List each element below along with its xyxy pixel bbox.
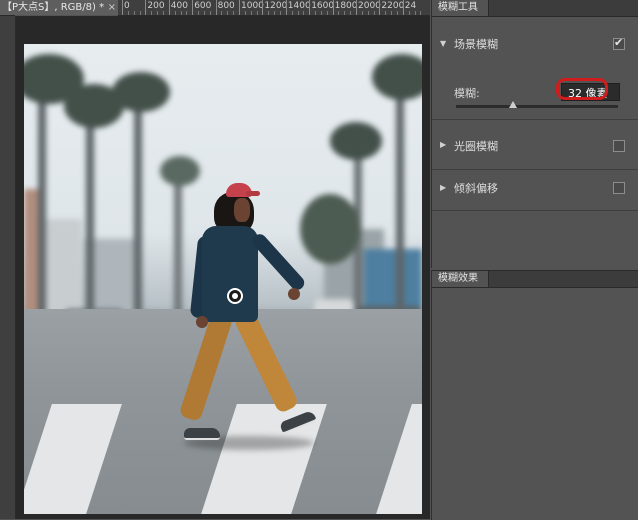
ruler-minor-tick: [268, 11, 270, 15]
ruler-minor-tick: [127, 11, 129, 15]
ruler-minor-tick: [233, 11, 235, 15]
section-iris-blur: ▶ 光圈模糊: [432, 120, 638, 170]
ruler-tick: [332, 0, 334, 15]
ruler-minor-tick: [139, 11, 141, 15]
ruler-minor-tick: [256, 11, 258, 15]
ruler-tick: [168, 0, 170, 15]
ruler-minor-tick: [180, 11, 182, 15]
ruler-minor-tick: [162, 11, 164, 15]
ruler-tick: [285, 0, 287, 15]
ruler-minor-tick: [344, 11, 346, 15]
ruler-tick-label: 1200: [264, 1, 288, 11]
ruler-minor-tick: [209, 11, 211, 15]
tab-blur-effects[interactable]: 模糊效果: [432, 271, 489, 287]
ruler-tick: [356, 0, 357, 15]
ruler-tick-label: 600: [194, 1, 212, 11]
tab-blur-tools[interactable]: 模糊工具: [432, 0, 489, 16]
document-tab[interactable]: 【P大点S】, RGB/8) * ×: [0, 0, 121, 15]
ruler-minor-tick: [291, 11, 293, 15]
iris-blur-checkbox[interactable]: [613, 140, 625, 152]
red-highlight-annotation: [556, 78, 608, 100]
horizontal-ruler[interactable]: 0 200 400 600 800 1000 1200 1400 1600 1800 2000 220…: [118, 0, 430, 16]
ruler-minor-tick: [151, 11, 153, 15]
ruler-minor-tick: [279, 11, 281, 15]
blur-amount-label: 模糊:: [454, 87, 480, 100]
close-icon[interactable]: ×: [108, 0, 116, 15]
ruler-tick-label: 200: [147, 1, 165, 11]
ruler-tick: [215, 0, 217, 15]
blur-tools-panel: 模糊工具 ▼ 场景模糊 模糊: 32 像素 ▶ 光圈模糊 ▶ 倾斜偏移: [431, 0, 638, 268]
ruler-minor-tick: [385, 11, 387, 15]
iris-blur-title[interactable]: 光圈模糊: [454, 138, 498, 154]
blur-slider-track[interactable]: [456, 105, 618, 108]
document-title: 【P大点S】, RGB/8) *: [2, 2, 105, 13]
field-blur-checkbox[interactable]: [613, 36, 625, 50]
panel-header: 模糊工具: [432, 0, 638, 17]
ruler-tick-label: 400: [170, 1, 188, 11]
field-blur-title[interactable]: 场景模糊: [454, 36, 498, 52]
ruler-minor-tick: [361, 11, 363, 15]
ruler-tick-label: 1000: [241, 1, 264, 11]
ruler-tick-label: 0: [124, 1, 130, 11]
ruler-minor-tick: [414, 11, 416, 15]
ruler-tick-label: 1800: [334, 1, 358, 11]
ruler-minor-tick: [338, 11, 340, 15]
ruler-minor-tick: [320, 11, 322, 15]
ruler-tick: [145, 0, 147, 15]
walking-person: [174, 174, 324, 454]
ruler-minor-tick: [367, 11, 369, 15]
ruler-minor-tick: [186, 11, 188, 15]
vertical-ruler[interactable]: [0, 16, 16, 519]
ruler-tick: [192, 0, 194, 15]
ruler-minor-tick: [303, 11, 305, 15]
ruler-minor-tick: [396, 11, 398, 15]
ruler-tick-label: 2200: [381, 1, 405, 11]
ruler-minor-tick: [203, 11, 205, 15]
panel-header: 模糊效果: [432, 271, 638, 288]
ruler-tick-label: 1400: [287, 1, 311, 11]
ruler-tick: [309, 0, 311, 15]
ruler-minor-tick: [274, 11, 276, 15]
ruler-minor-tick: [250, 11, 252, 15]
ruler-tick: [402, 0, 404, 15]
blur-effects-panel: 模糊效果: [431, 270, 638, 520]
ruler-tick-label: 1600: [311, 1, 335, 11]
ruler-tick-label: 24: [404, 1, 417, 11]
ruler-tick-label: 800: [217, 1, 235, 11]
section-field-blur: ▼ 场景模糊 模糊: 32 像素: [432, 17, 638, 120]
ruler-tick: [379, 0, 381, 15]
ruler-minor-tick: [133, 11, 135, 15]
ruler-minor-tick: [227, 11, 229, 15]
photo-image: [24, 44, 422, 514]
ruler-tick: [122, 0, 123, 15]
ruler-minor-tick: [391, 11, 393, 15]
canvas-area[interactable]: [16, 16, 430, 519]
triangle-down-icon[interactable]: ▼: [440, 39, 446, 48]
blur-slider-thumb[interactable]: [508, 101, 517, 108]
ruler-minor-tick: [157, 11, 159, 15]
ruler-minor-tick: [297, 11, 299, 15]
ruler-minor-tick: [373, 11, 375, 15]
ruler-minor-tick: [315, 11, 317, 15]
ruler-minor-tick: [198, 11, 200, 15]
tilt-shift-checkbox[interactable]: [613, 182, 625, 194]
ruler-minor-tick: [174, 11, 176, 15]
ruler-minor-tick: [408, 11, 410, 15]
ruler-minor-tick: [326, 11, 328, 15]
ruler-minor-tick: [221, 11, 223, 15]
tilt-shift-title[interactable]: 倾斜偏移: [454, 180, 498, 196]
ruler-tick: [239, 0, 240, 15]
triangle-right-icon[interactable]: ▶: [440, 140, 446, 149]
ruler-minor-tick: [350, 11, 352, 15]
ruler-tick: [262, 0, 264, 15]
triangle-right-icon[interactable]: ▶: [440, 183, 446, 192]
blur-pin-icon[interactable]: [227, 288, 243, 304]
ruler-tick-label: 2000: [358, 1, 381, 11]
section-tilt-shift: ▶ 倾斜偏移: [432, 170, 638, 211]
ruler-minor-tick: [420, 11, 422, 15]
ruler-minor-tick: [244, 11, 246, 15]
